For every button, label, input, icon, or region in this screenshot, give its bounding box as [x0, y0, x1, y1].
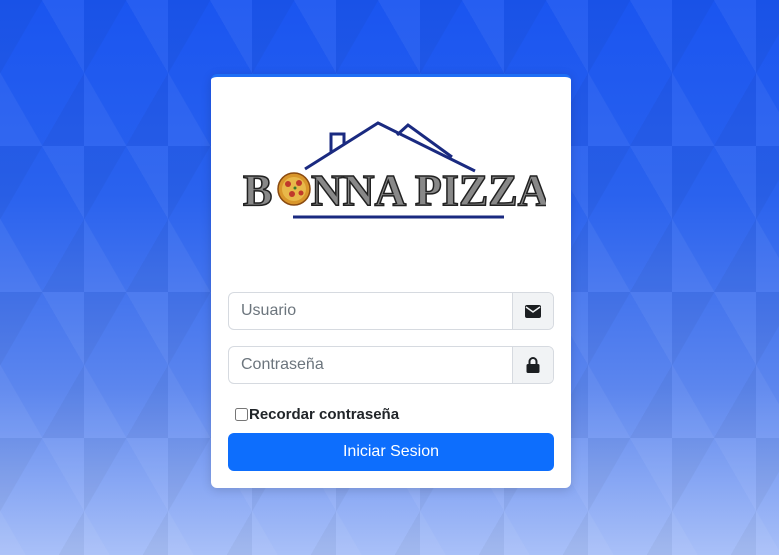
login-card: B NNA PIZZA Usuario Recordar contraseña …: [211, 74, 571, 488]
envelope-icon: [512, 293, 553, 329]
remember-password-label: Recordar contraseña: [249, 406, 400, 423]
svg-text:NNA PIZZA: NNA PIZZA: [311, 166, 546, 215]
password-input[interactable]: [229, 347, 512, 383]
lock-icon: [512, 347, 553, 383]
remember-password-checkbox[interactable]: [235, 408, 248, 421]
remember-password-row[interactable]: Recordar contraseña: [235, 406, 399, 423]
bonna-pizza-logo: B NNA PIZZA: [242, 121, 546, 219]
username-input[interactable]: [229, 293, 512, 329]
password-field-group: [228, 346, 554, 384]
login-button[interactable]: Iniciar Sesion: [228, 433, 554, 471]
username-field-group: [228, 292, 554, 330]
pizza-icon: [277, 172, 311, 206]
svg-text:B: B: [243, 166, 272, 215]
